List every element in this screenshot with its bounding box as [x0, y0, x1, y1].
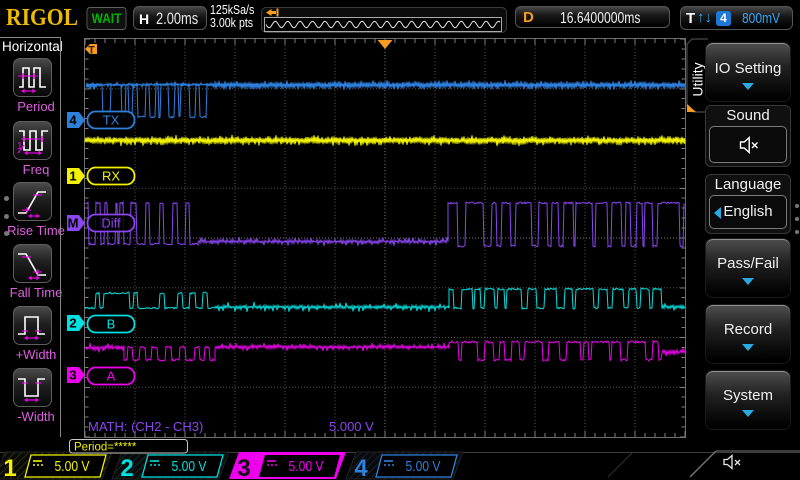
svg-text:5.00 V: 5.00 V — [172, 459, 207, 475]
svg-text:4: 4 — [354, 455, 368, 480]
svg-text:Period=*****: Period=***** — [74, 442, 137, 454]
svg-text:5.00 V: 5.00 V — [55, 459, 90, 475]
svg-text:5.00 V: 5.00 V — [406, 459, 441, 475]
svg-text:2: 2 — [120, 455, 133, 480]
svg-text:5.00 V: 5.00 V — [289, 459, 324, 475]
svg-text:1: 1 — [3, 455, 16, 480]
svg-text:3: 3 — [237, 455, 250, 480]
